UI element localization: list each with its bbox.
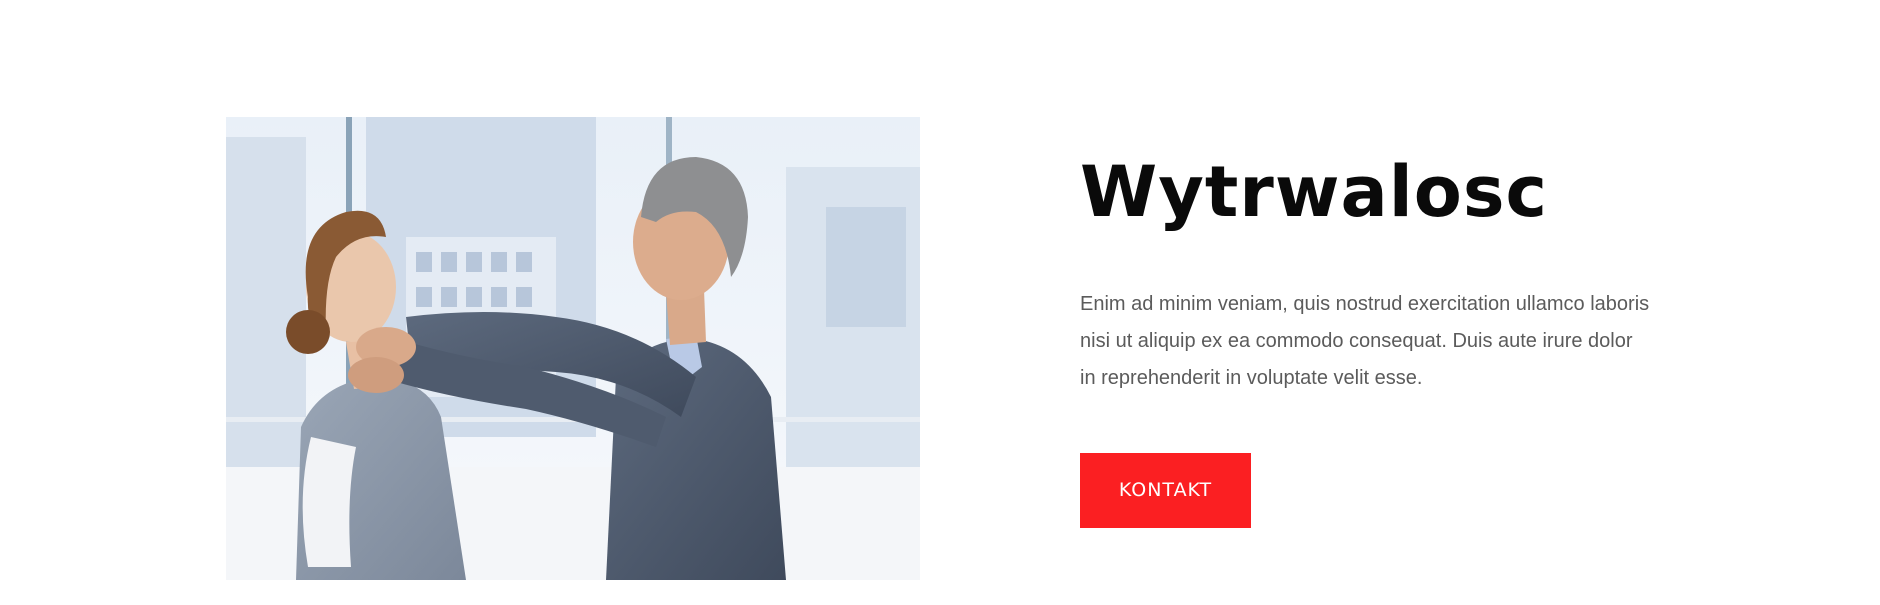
feature-image: [226, 117, 920, 580]
kontakt-button[interactable]: KONTAKT: [1080, 453, 1251, 528]
feature-title: Wytrwalosc: [1080, 151, 1548, 233]
feature-section: Wytrwalosc Enim ad minim veniam, quis no…: [0, 0, 1880, 605]
feature-content: Wytrwalosc Enim ad minim veniam, quis no…: [1080, 150, 1680, 528]
feature-description: Enim ad minim veniam, quis nostrud exerc…: [1080, 293, 1650, 389]
